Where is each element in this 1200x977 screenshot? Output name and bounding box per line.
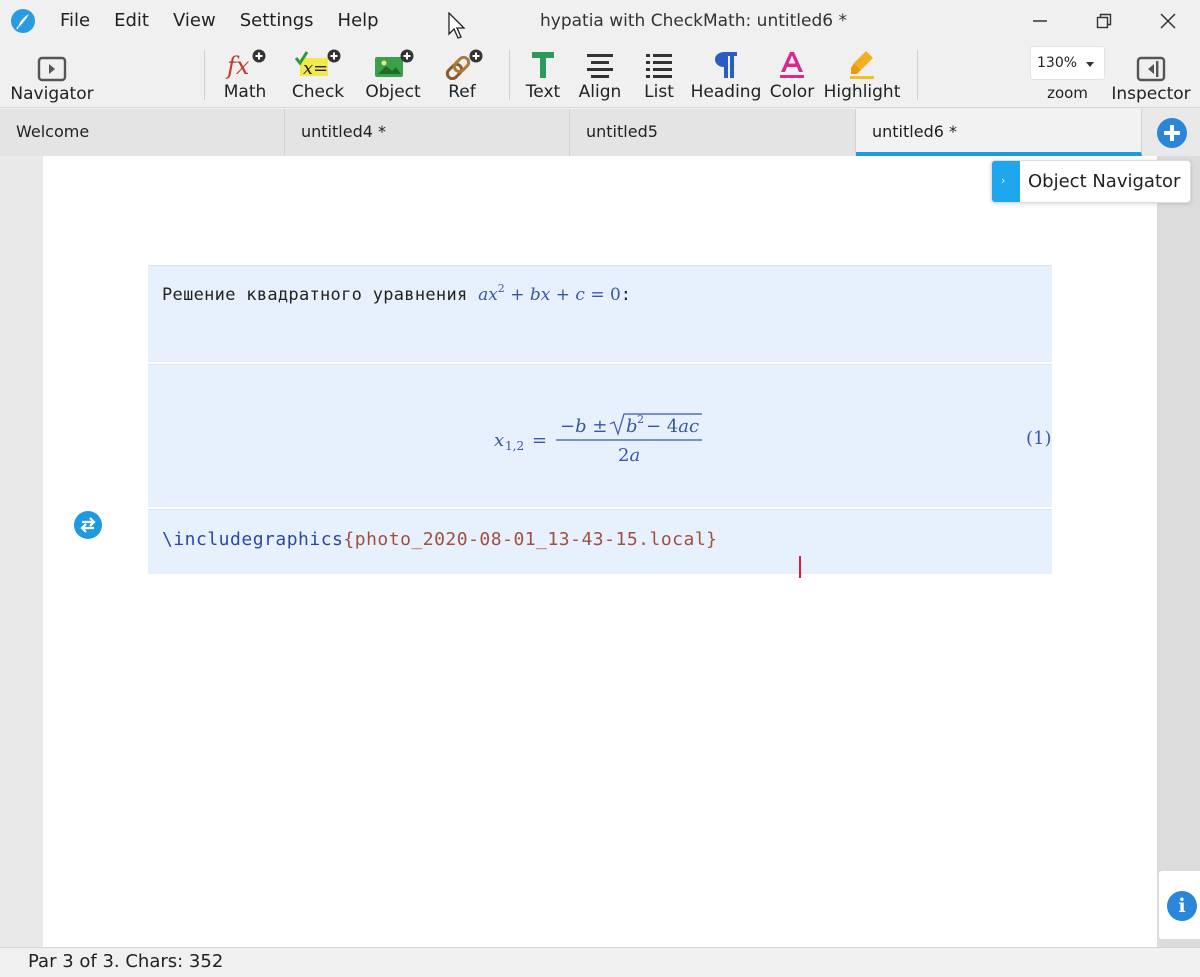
tab-untitled5[interactable]: untitled5 xyxy=(570,109,856,156)
text-cursor xyxy=(799,556,801,578)
check-label: Check xyxy=(291,82,345,102)
navigator-label: Navigator xyxy=(10,84,94,104)
ref-button[interactable]: Ref xyxy=(440,42,484,108)
highlight-label: Highlight xyxy=(823,82,901,102)
swap-arrows-icon xyxy=(80,517,96,533)
heading-label: Heading xyxy=(690,82,762,102)
close-button[interactable] xyxy=(1136,0,1200,42)
panel-left-icon xyxy=(37,56,67,82)
window-title: hypatia with CheckMath: untitled6 * xyxy=(540,11,847,31)
object-label: Object xyxy=(365,82,421,102)
text-label: Text xyxy=(525,82,561,102)
paragraph-block[interactable] xyxy=(148,265,1052,362)
link-add-icon xyxy=(445,49,483,80)
list-button[interactable]: List xyxy=(638,42,680,108)
check-button[interactable]: x= Check xyxy=(290,42,346,108)
align-label: Align xyxy=(578,82,622,102)
zoom-label: zoom xyxy=(1047,84,1088,102)
heading-button[interactable]: Heading xyxy=(690,42,762,108)
svg-text:2: 2 xyxy=(637,413,644,426)
expand-handle: › xyxy=(992,161,1020,202)
display-equation: x 1,2 = −b ± b 2 − 4ac 2a xyxy=(494,410,714,474)
info-icon: i xyxy=(1167,891,1197,921)
svg-text:x=: x= xyxy=(303,58,328,79)
toolbar-separator xyxy=(204,50,205,100)
highlight-button[interactable]: Highlight xyxy=(824,42,900,108)
navigator-button[interactable]: Navigator xyxy=(8,42,96,108)
minimize-button[interactable] xyxy=(1008,0,1072,42)
svg-text:=: = xyxy=(532,430,547,451)
svg-text:− 4ac: − 4ac xyxy=(646,416,699,437)
menu-edit[interactable]: Edit xyxy=(102,0,161,42)
tab-untitled4[interactable]: untitled4 * xyxy=(285,109,570,156)
status-text: Par 3 of 3. Chars: 352 xyxy=(28,951,224,972)
menu-settings[interactable]: Settings xyxy=(228,0,326,42)
toolbar-separator xyxy=(917,50,918,100)
latex-code: \includegraphics{photo_2020-08-01_13-43-… xyxy=(162,529,718,550)
check-math-icon: x= xyxy=(294,49,341,79)
paragraph-1: Решение квадратного уравнения ax2 + bx +… xyxy=(162,282,632,305)
list-label: List xyxy=(644,82,674,102)
ref-label: Ref xyxy=(448,82,476,102)
object-button[interactable]: Object xyxy=(362,42,424,108)
toolbar-separator xyxy=(509,50,510,100)
menu-bar: File Edit View Settings Help xyxy=(48,0,391,42)
color-button[interactable]: Color xyxy=(768,42,816,108)
close-icon xyxy=(1160,13,1176,29)
add-tab-button[interactable] xyxy=(1157,118,1187,148)
info-panel-tab[interactable]: i xyxy=(1158,870,1200,940)
font-color-icon xyxy=(780,52,804,78)
svg-text:x: x xyxy=(494,430,504,451)
tab-bar: Welcome untitled4 * untitled5 untitled6 … xyxy=(0,109,1200,156)
align-button[interactable]: Align xyxy=(576,42,624,108)
menu-view[interactable]: View xyxy=(161,0,228,42)
color-label: Color xyxy=(769,82,815,102)
latex-command: \includegraphics xyxy=(162,529,344,550)
paragraph-1-text: Решение квадратного уравнения xyxy=(162,285,468,305)
restore-icon xyxy=(1096,13,1112,29)
chevron-down-icon xyxy=(1086,62,1094,67)
image-add-icon xyxy=(375,49,414,77)
svg-text:fx: fx xyxy=(225,52,250,80)
zoom-select[interactable]: 130% xyxy=(1030,46,1105,80)
tab-untitled6[interactable]: untitled6 * xyxy=(856,109,1142,156)
toolbar: Navigator fx Math x= Check Object Ref Te… xyxy=(0,42,1200,108)
menu-help[interactable]: Help xyxy=(326,0,391,42)
status-bar: Par 3 of 3. Chars: 352 xyxy=(0,947,1200,977)
restore-button[interactable] xyxy=(1072,0,1136,42)
inline-math: ax2 + bx + c = 0 xyxy=(478,282,621,305)
swap-button[interactable] xyxy=(74,511,102,539)
align-center-icon xyxy=(587,54,613,78)
pilcrow-icon xyxy=(715,52,737,78)
minimize-icon xyxy=(1033,20,1047,22)
title-bar: File Edit View Settings Help hypatia wit… xyxy=(0,0,1200,42)
tab-welcome[interactable]: Welcome xyxy=(0,109,285,156)
highlighter-icon xyxy=(850,51,874,79)
zoom-value: 130% xyxy=(1037,55,1078,71)
chevron-right-icon: › xyxy=(1001,174,1006,187)
function-add-icon: fx xyxy=(225,49,266,80)
object-navigator-label: Object Navigator xyxy=(1028,171,1181,192)
math-label: Math xyxy=(223,82,267,102)
svg-text:b: b xyxy=(626,416,638,437)
svg-text:2a: 2a xyxy=(618,445,640,466)
text-style-icon xyxy=(532,52,554,78)
svg-text:1,2: 1,2 xyxy=(505,439,524,453)
inspector-label: Inspector xyxy=(1111,84,1191,104)
mouse-pointer-icon xyxy=(448,12,466,39)
inspector-button[interactable]: Inspector xyxy=(1110,42,1192,108)
panel-right-icon xyxy=(1136,56,1166,82)
equation-number: (1) xyxy=(1026,428,1052,449)
text-button[interactable]: Text xyxy=(522,42,564,108)
menu-file[interactable]: File xyxy=(48,0,102,42)
list-icon xyxy=(646,54,672,78)
latex-argument: {photo_2020-08-01_13-43-15.local} xyxy=(343,529,718,550)
app-logo-icon xyxy=(11,9,35,33)
object-navigator-button[interactable]: › Object Navigator xyxy=(991,160,1191,203)
right-panel-strip xyxy=(1157,156,1200,947)
svg-text:−b ±: −b ± xyxy=(560,416,607,437)
math-button[interactable]: fx Math xyxy=(218,42,272,108)
paragraph-1-suffix: : xyxy=(620,285,632,305)
